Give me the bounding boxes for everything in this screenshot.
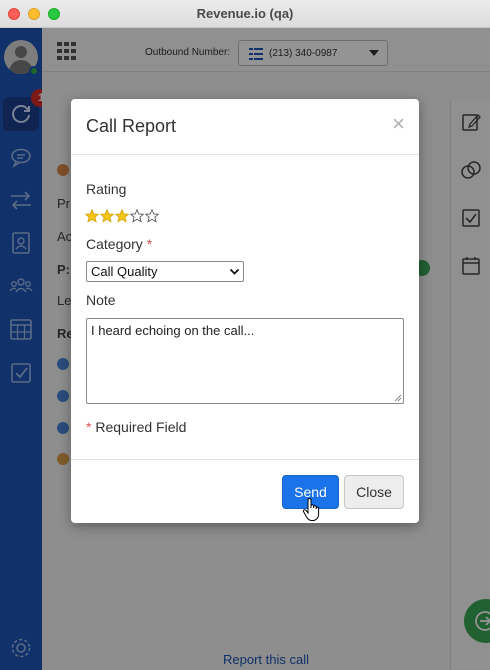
star-filled-icon[interactable] [115,209,129,223]
window-titlebar: Revenue.io (qa) [0,0,490,28]
window-title: Revenue.io (qa) [196,6,294,21]
required-asterisk: * [146,236,153,252]
call-report-dialog: Call Report × Rating Category * Call Qua… [71,99,419,523]
category-value: Call Quality [91,264,158,279]
hand-cursor-icon [302,498,320,521]
rating-label: Rating [86,181,127,197]
close-icon[interactable]: × [392,113,405,135]
note-label: Note [86,292,116,308]
category-label: Category * [86,236,152,252]
star-filled-icon[interactable] [100,209,114,223]
star-empty-icon[interactable] [130,209,144,223]
category-label-text: Category [86,236,143,252]
note-textarea[interactable] [86,318,404,404]
star-empty-icon[interactable] [145,209,159,223]
category-select[interactable]: Call Quality [86,261,244,282]
dialog-footer: Send Close [71,459,419,523]
rating-stars[interactable] [85,209,159,223]
resize-grip-icon[interactable] [394,394,402,402]
required-field-text: Required Field [95,419,187,435]
star-filled-icon[interactable] [85,209,99,223]
close-button[interactable]: Close [344,475,404,509]
required-field-note: * Required Field [86,419,186,435]
required-asterisk: * [86,419,92,435]
dialog-header: Call Report × [71,99,419,155]
dialog-title: Call Report [86,116,177,136]
chevron-down-icon [229,268,240,275]
